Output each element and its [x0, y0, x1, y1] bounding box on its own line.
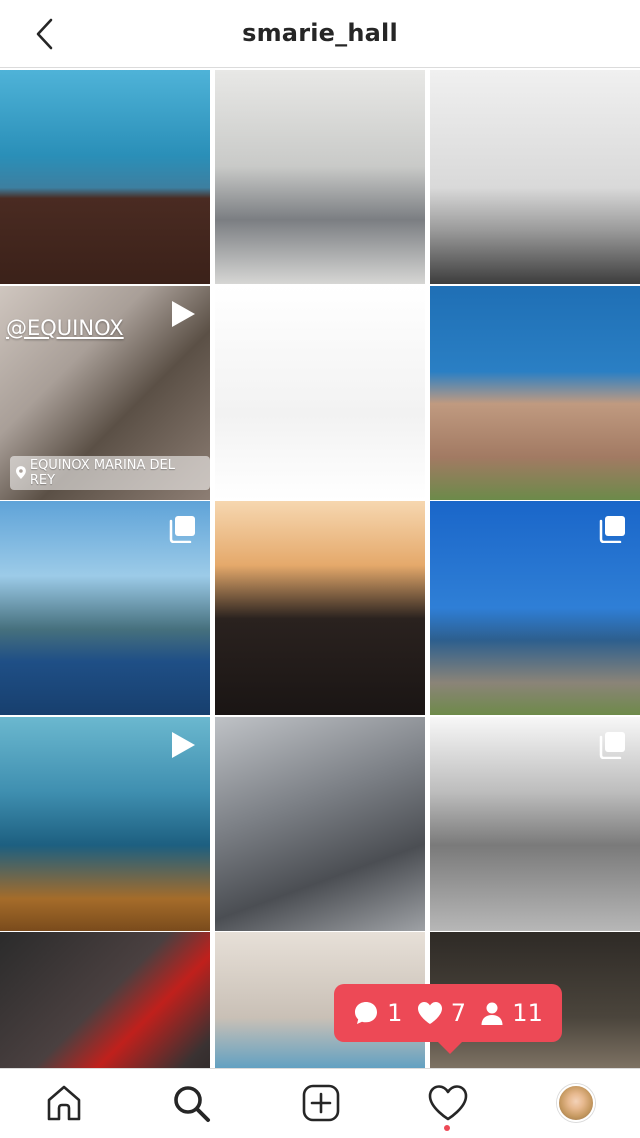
multiple-photos-icon	[599, 731, 625, 759]
home-icon	[47, 1085, 81, 1121]
post-grid: @EQUINOX EQUINOX MARINA DEL REY	[0, 70, 640, 1068]
multiple-photos-icon	[169, 516, 195, 544]
post-tile-13[interactable]	[0, 932, 210, 1068]
video-badge	[170, 300, 196, 332]
post-thumbnail	[215, 70, 425, 284]
play-icon	[172, 300, 195, 327]
add-post-icon	[302, 1084, 340, 1122]
tab-profile[interactable]	[554, 1081, 598, 1125]
tab-home[interactable]	[42, 1081, 86, 1125]
bottom-tab-bar	[0, 1068, 640, 1138]
location-pin-icon	[16, 466, 26, 479]
post-thumbnail	[215, 716, 425, 931]
follows-count: 11	[480, 999, 543, 1027]
comments-count-value: 1	[387, 999, 403, 1027]
story-mention-text: @EQUINOX	[6, 315, 124, 340]
story-location-sticker: EQUINOX MARINA DEL REY	[10, 455, 210, 490]
comments-count: 1	[353, 999, 402, 1027]
post-thumbnail	[430, 285, 640, 500]
heart-icon	[417, 1002, 442, 1024]
post-tile-9[interactable]	[430, 501, 640, 715]
top-navigation-bar: smarie_hall	[0, 0, 640, 68]
profile-avatar	[557, 1084, 595, 1122]
post-tile-10[interactable]	[0, 716, 210, 931]
post-thumbnail	[215, 501, 425, 715]
post-tile-4[interactable]: @EQUINOX EQUINOX MARINA DEL REY	[0, 285, 210, 500]
person-icon	[481, 1002, 503, 1025]
post-tile-2[interactable]	[215, 70, 425, 284]
activity-heart-icon	[428, 1085, 468, 1121]
comment-icon	[355, 1002, 378, 1024]
carousel-badge	[598, 515, 626, 547]
activity-notification-bubble[interactable]: 1 7 11	[334, 984, 562, 1054]
post-thumbnail	[430, 70, 640, 284]
tab-search[interactable]	[169, 1081, 213, 1125]
video-badge	[170, 731, 196, 763]
tab-activity[interactable]	[426, 1081, 470, 1125]
carousel-badge	[168, 515, 196, 547]
post-tile-1[interactable]	[0, 70, 210, 284]
tab-new-post[interactable]	[299, 1081, 343, 1125]
likes-count: 7	[417, 999, 466, 1027]
page-title: smarie_hall	[242, 19, 398, 47]
post-tile-6[interactable]	[430, 285, 640, 500]
post-thumbnail	[0, 932, 210, 1068]
post-tile-11[interactable]	[215, 716, 425, 931]
post-tile-8[interactable]	[215, 501, 425, 715]
post-tile-12[interactable]	[430, 716, 640, 931]
activity-indicator-dot	[444, 1125, 450, 1131]
play-icon	[172, 731, 195, 758]
post-thumbnail	[0, 70, 210, 284]
post-tile-7[interactable]	[0, 501, 210, 715]
post-tile-5[interactable]	[215, 285, 425, 500]
location-text: EQUINOX MARINA DEL REY	[29, 457, 176, 488]
multiple-photos-icon	[599, 516, 625, 544]
search-icon	[174, 1086, 210, 1122]
likes-count-value: 7	[450, 999, 466, 1027]
post-tile-3[interactable]	[430, 70, 640, 284]
carousel-badge	[598, 731, 626, 763]
follows-count-value: 11	[512, 999, 543, 1027]
post-thumbnail	[215, 285, 425, 500]
